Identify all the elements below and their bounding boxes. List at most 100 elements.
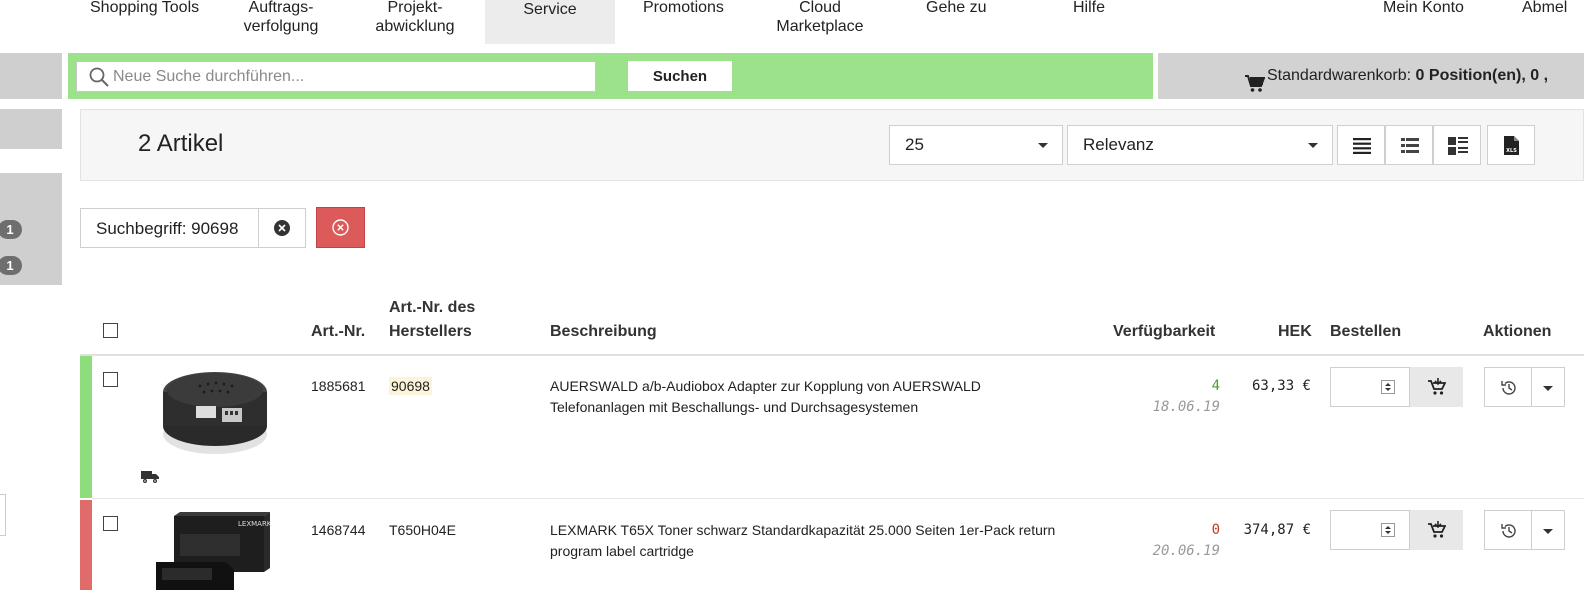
- search-field: [76, 61, 596, 92]
- row-description[interactable]: LEXMARK T65X Toner schwarz Standardkapaz…: [550, 520, 1090, 562]
- product-image[interactable]: LEXMARK: [156, 512, 272, 590]
- availability-date: 18.06.19: [1152, 399, 1220, 415]
- sidebar-panel-top: [0, 53, 62, 99]
- nav-mein-konto[interactable]: Mein Konto: [1383, 0, 1464, 17]
- row-price: 374,87 €: [1243, 522, 1311, 538]
- svg-text:LEXMARK: LEXMARK: [238, 520, 272, 528]
- col-availability[interactable]: Verfügbarkeit: [1113, 320, 1215, 344]
- add-to-cart-icon: [1428, 521, 1447, 544]
- availability-date: 20.06.19: [1152, 543, 1220, 559]
- col-manufacturer-artnr-line1: Art.-Nr. des: [389, 299, 476, 316]
- row-manufacturer-artnr: T650H04E: [389, 522, 456, 538]
- spinner-arrows-icon: [1381, 523, 1395, 537]
- quantity-stepper[interactable]: [1330, 510, 1410, 550]
- grid-view-icon: [1448, 137, 1468, 160]
- sidebar-panel-middle: [0, 109, 62, 149]
- nav-gehe-zu[interactable]: Gehe zu: [926, 0, 986, 17]
- close-circle-outline-icon: [332, 219, 349, 241]
- history-button[interactable]: [1484, 367, 1534, 407]
- row-checkbox[interactable]: [103, 372, 118, 387]
- search-icon: [88, 66, 110, 93]
- list-view-button[interactable]: [1337, 125, 1385, 165]
- availability-status-bar: [80, 356, 92, 498]
- sidebar-filter-panel: 1 1: [0, 173, 62, 285]
- nav-service[interactable]: Service: [485, 0, 615, 44]
- col-hek[interactable]: HEK: [1278, 320, 1312, 344]
- history-icon: [1500, 522, 1518, 545]
- search-bar: Suchen: [68, 53, 1153, 99]
- nav-auftragsverfolgung[interactable]: Auftrags- verfolgung: [240, 0, 322, 36]
- nav-projektabwicklung[interactable]: Projekt- abwicklung: [372, 0, 458, 36]
- reset-filters-button[interactable]: [316, 207, 365, 248]
- cart-positions: 0 Position(en), 0 ,: [1415, 67, 1549, 84]
- sort-value: Relevanz: [1083, 135, 1154, 154]
- nav-shopping-tools[interactable]: Shopping Tools: [90, 0, 199, 17]
- col-artnr[interactable]: Art.-Nr.: [311, 320, 365, 344]
- spinner-arrows-icon: [1381, 380, 1395, 394]
- chevron-down-icon: [1308, 143, 1318, 148]
- col-order: Bestellen: [1330, 323, 1402, 340]
- grid-view-button[interactable]: [1433, 125, 1481, 165]
- cart-label: Standardwarenkorb:: [1267, 67, 1412, 84]
- close-circle-icon: [274, 220, 290, 241]
- filter-chip-label: Suchbegriff: 90698: [96, 219, 239, 238]
- result-count: 2 Artikel: [138, 130, 224, 157]
- search-highlight: 90698: [389, 377, 432, 395]
- history-icon: [1500, 379, 1518, 402]
- row-artnr[interactable]: 1885681: [311, 376, 366, 397]
- col-manufacturer-artnr-line2: Herstellers: [389, 323, 472, 340]
- xls-export-button[interactable]: XLS: [1487, 125, 1535, 165]
- quantity-stepper[interactable]: [1330, 367, 1410, 407]
- stock-count: 0: [1211, 522, 1220, 538]
- active-filter-chip: Suchbegriff: 90698: [80, 208, 306, 248]
- top-nav: Shopping Tools Auftrags- verfolgung Proj…: [0, 0, 1584, 44]
- filter-count-badge: 1: [0, 220, 22, 239]
- nav-promotions[interactable]: Promotions: [643, 0, 724, 17]
- row-description[interactable]: AUERSWALD a/b-Audiobox Adapter zur Koppl…: [550, 376, 1070, 418]
- cart-summary[interactable]: Standardwarenkorb: 0 Position(en), 0 ,: [1158, 53, 1584, 99]
- chevron-down-icon: [1038, 143, 1048, 148]
- svg-text:XLS: XLS: [1506, 148, 1517, 154]
- stock-count: 4: [1211, 378, 1220, 394]
- history-button[interactable]: [1484, 510, 1534, 550]
- availability-status-bar: [80, 500, 92, 590]
- table-header-divider: [80, 354, 1584, 356]
- filter-count-badge: 1: [0, 256, 22, 275]
- add-to-cart-button[interactable]: [1410, 510, 1463, 550]
- remove-filter-button[interactable]: [258, 209, 307, 247]
- select-all-checkbox[interactable]: [103, 323, 118, 338]
- nav-cloud-marketplace[interactable]: Cloud Marketplace: [772, 0, 868, 36]
- row-availability: 0 20.06.19: [1140, 520, 1220, 562]
- nav-abmelden[interactable]: Abmel: [1522, 0, 1567, 17]
- list-view-icon: [1353, 138, 1371, 159]
- row-price: 63,33 €: [1251, 378, 1311, 394]
- nav-hilfe[interactable]: Hilfe: [1073, 0, 1105, 17]
- add-to-cart-icon: [1428, 378, 1447, 401]
- result-toolbar: 2 Artikel 25 Relevanz XLS: [80, 109, 1584, 181]
- row-actions-dropdown[interactable]: [1531, 367, 1565, 407]
- shopping-cart-icon: [1245, 66, 1266, 112]
- col-description[interactable]: Beschreibung: [550, 320, 657, 344]
- row-actions-dropdown[interactable]: [1531, 510, 1565, 550]
- product-image[interactable]: [158, 366, 272, 460]
- row-manufacturer-artnr: 90698: [389, 376, 432, 397]
- detail-list-view-button[interactable]: [1385, 125, 1433, 165]
- chevron-down-icon: [1543, 386, 1553, 391]
- col-actions: Aktionen: [1483, 323, 1552, 340]
- search-input[interactable]: [113, 62, 583, 91]
- chevron-down-icon: [1543, 529, 1553, 534]
- add-to-cart-button[interactable]: [1410, 367, 1463, 407]
- truck-icon: [141, 470, 159, 489]
- sidebar-edge-control[interactable]: [0, 494, 6, 536]
- row-checkbox[interactable]: [103, 516, 118, 531]
- row-divider: [92, 498, 1584, 499]
- detail-list-view-icon: [1401, 138, 1419, 159]
- row-artnr[interactable]: 1468744: [311, 520, 366, 541]
- per-page-select[interactable]: 25: [889, 125, 1063, 165]
- search-button[interactable]: Suchen: [628, 61, 732, 91]
- col-manufacturer-artnr[interactable]: Art.-Nr. des Herstellers: [389, 296, 475, 344]
- row-availability: 4 18.06.19: [1140, 376, 1220, 418]
- sort-select[interactable]: Relevanz: [1067, 125, 1333, 165]
- per-page-value: 25: [905, 135, 924, 154]
- xls-export-icon: XLS: [1504, 136, 1519, 160]
